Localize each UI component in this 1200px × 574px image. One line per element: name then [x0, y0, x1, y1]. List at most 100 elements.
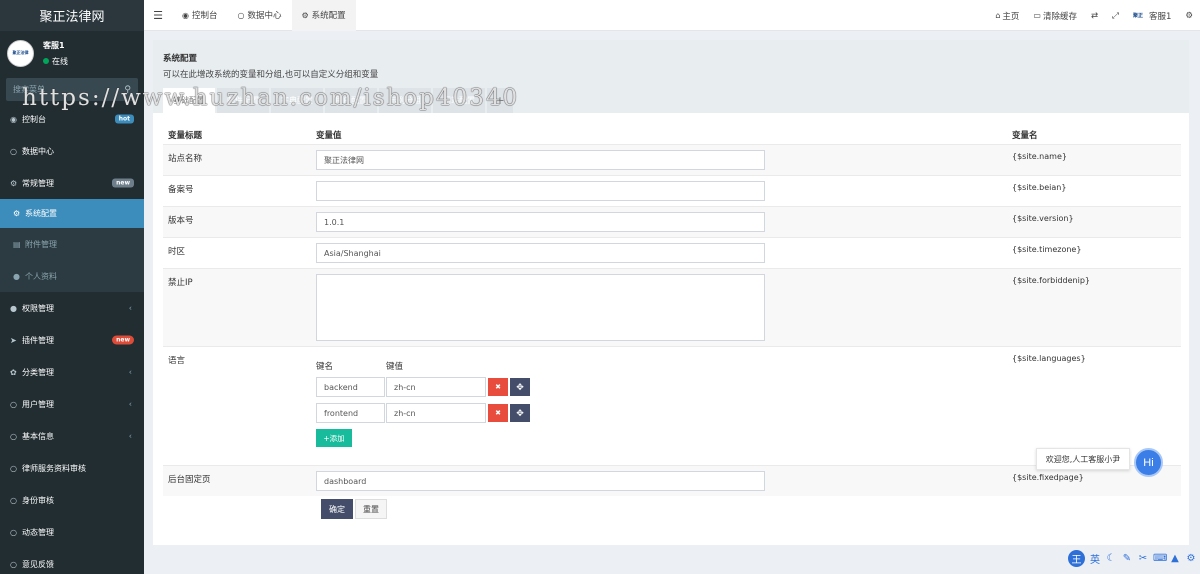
- tab-basic[interactable]: 基础配置: [163, 88, 215, 113]
- row-title: 版本号: [168, 216, 194, 226]
- sidebar-item-category[interactable]: ✿ 分类管理 ‹: [0, 356, 144, 388]
- search-icon[interactable]: ⚲: [124, 84, 131, 95]
- sidebar-item-feedback[interactable]: ○ 意见反馈: [0, 548, 144, 574]
- user-menu[interactable]: 聚正 客服1: [1126, 0, 1178, 31]
- new-badge: new: [112, 178, 134, 188]
- table-row: 站点名称 聚正法律网 {$site.name}: [163, 144, 1181, 175]
- status-text: 在线: [52, 56, 68, 66]
- menu-search-input[interactable]: [13, 85, 103, 94]
- add-pair-button[interactable]: + 添加: [316, 429, 352, 447]
- sidebar-search: ⚲: [6, 78, 138, 101]
- row-var: {$site.beian}: [1012, 183, 1067, 192]
- submit-button[interactable]: 确定: [321, 499, 353, 519]
- header-value: 变量值: [316, 130, 342, 141]
- close-icon: ✖: [495, 384, 501, 391]
- sidebar-item-attachments[interactable]: ▤ 附件管理: [0, 228, 144, 260]
- settings-gear-icon[interactable]: ⚙: [1178, 0, 1200, 31]
- moon-icon[interactable]: ☾: [1105, 553, 1117, 564]
- drag-handle-button[interactable]: ✥: [510, 404, 530, 422]
- row-var: {$site.forbiddenip}: [1012, 276, 1091, 285]
- forbidden-ip-textarea[interactable]: [316, 274, 765, 341]
- scissors-icon[interactable]: ✂: [1137, 553, 1149, 564]
- sidebar-menu: ◉ 控制台 hot ○ 数据中心 ⚙ 常规管理 new ⚙ 系统配置 ▤ 附件管…: [0, 103, 144, 574]
- fullscreen-icon[interactable]: ⤢: [1105, 0, 1126, 31]
- sidebar-item-system-config[interactable]: ⚙ 系统配置: [0, 199, 144, 228]
- rocket-icon: ➤: [10, 335, 17, 345]
- circle-icon: ○: [10, 527, 17, 537]
- cogs-icon: ⚙: [10, 178, 18, 188]
- drag-handle-button[interactable]: ✥: [510, 378, 530, 396]
- add-tab-button[interactable]: +: [487, 88, 513, 113]
- sidebar-item-addons[interactable]: ➤ 插件管理 new: [0, 324, 144, 356]
- gear-icon: ⚙: [13, 209, 21, 218]
- sidebar-item-label: 权限管理: [22, 303, 54, 313]
- header-right: ⌂ 主页 ▭ 清除缓存 ⇄ ⤢ 聚正 客服1 ⚙: [988, 0, 1200, 31]
- tab-dashboard[interactable]: ◉ 控制台: [172, 0, 228, 31]
- sidebar-item-dynamics[interactable]: ○ 动态管理: [0, 516, 144, 548]
- sidebar-item-label: 常规管理: [22, 178, 54, 188]
- shirt-icon[interactable]: ▲: [1169, 553, 1181, 564]
- tab-email[interactable]: 邮件配置: [217, 88, 269, 113]
- language-value-input[interactable]: zh-cn: [386, 403, 486, 423]
- kv-header: 键名 键值: [316, 360, 1009, 372]
- user-icon: ●: [13, 271, 20, 281]
- move-icon: ✥: [516, 381, 524, 392]
- table-row: 禁止IP {$site.forbiddenip}: [163, 268, 1181, 346]
- online-dot-icon: [43, 58, 49, 64]
- menu-toggle-icon[interactable]: ☰: [144, 9, 172, 22]
- move-icon: ✥: [516, 407, 524, 418]
- ime-logo-icon[interactable]: 王: [1068, 550, 1085, 567]
- sidebar-item-auth[interactable]: ● 权限管理 ‹: [0, 292, 144, 324]
- sidebar-item-label: 动态管理: [22, 527, 54, 537]
- sidebar-item-lawyer-review[interactable]: ○ 律师服务资料审核: [0, 452, 144, 484]
- timezone-input[interactable]: Asia/Shanghai: [316, 243, 765, 263]
- home-label: 主页: [1002, 11, 1020, 22]
- circle-icon: ○: [10, 463, 17, 473]
- reset-button[interactable]: 重置: [355, 499, 387, 519]
- sidebar-item-dashboard[interactable]: ◉ 控制台 hot: [0, 103, 144, 135]
- top-header: ☰ ◉ 控制台 ○ 数据中心 ⚙ 系统配置 ⌂ 主页 ▭ 清除缓存 ⇄ ⤢ 聚正…: [144, 0, 1200, 31]
- table-row: 后台固定页 dashboard {$site.fixedpage}: [163, 465, 1181, 496]
- language-value-input[interactable]: zh-cn: [386, 377, 486, 397]
- version-input[interactable]: 1.0.1: [316, 212, 765, 232]
- sidebar-item-data-center[interactable]: ○ 数据中心: [0, 135, 144, 167]
- form-actions: 确定 重置: [321, 499, 387, 519]
- ime-mode[interactable]: 英: [1089, 551, 1101, 566]
- sidebar-item-label: 数据中心: [22, 146, 54, 156]
- sidebar-item-basic-info[interactable]: ○ 基本信息 ‹: [0, 420, 144, 452]
- sidebar-item-profile[interactable]: ● 个人资料: [0, 260, 144, 292]
- delete-row-button[interactable]: ✖: [488, 404, 508, 422]
- sidebar-item-general[interactable]: ⚙ 常规管理 new: [0, 167, 144, 199]
- clear-cache-button[interactable]: ▭ 清除缓存: [1026, 0, 1084, 31]
- sidebar-item-label: 系统配置: [25, 209, 57, 218]
- chat-welcome-bubble[interactable]: 欢迎您,人工客服小尹: [1036, 448, 1130, 470]
- tab-label: 数据中心: [247, 11, 282, 21]
- delete-row-button[interactable]: ✖: [488, 378, 508, 396]
- row-title: 语言: [168, 356, 186, 366]
- tab-website[interactable]: 网站配置: [433, 88, 485, 113]
- beian-input[interactable]: [316, 181, 765, 201]
- tab-system-config[interactable]: ⚙ 系统配置: [291, 0, 356, 31]
- language-key-input[interactable]: backend: [316, 377, 385, 397]
- site-name-input[interactable]: 聚正法律网: [316, 150, 765, 170]
- table-header: 变量标题 变量值 变量名: [163, 125, 1181, 144]
- circle-icon: ○: [10, 559, 17, 569]
- settings-icon[interactable]: ⚙: [1185, 553, 1197, 564]
- brand-logo[interactable]: 聚正法律网: [0, 0, 144, 31]
- tab-example[interactable]: 示例分组: [379, 88, 431, 113]
- hot-badge: hot: [114, 114, 134, 124]
- home-link[interactable]: ⌂ 主页: [988, 0, 1026, 31]
- language-toggle-icon[interactable]: ⇄: [1084, 0, 1105, 31]
- pen-icon[interactable]: ✎: [1121, 553, 1133, 564]
- language-key-input[interactable]: frontend: [316, 403, 385, 423]
- sidebar-item-identity-review[interactable]: ○ 身份审核: [0, 484, 144, 516]
- tab-user[interactable]: 用户配置: [325, 88, 377, 113]
- keyboard-icon[interactable]: ⌨: [1153, 553, 1167, 564]
- fixedpage-input[interactable]: dashboard: [316, 471, 765, 491]
- sidebar-item-label: 身份审核: [22, 495, 54, 505]
- chat-hi-button[interactable]: Hi: [1134, 448, 1163, 477]
- tab-label: 控制台: [191, 11, 218, 21]
- tab-data-center[interactable]: ○ 数据中心: [228, 0, 292, 31]
- tab-dictionary[interactable]: 字典配置: [271, 88, 323, 113]
- sidebar-item-users[interactable]: ○ 用户管理 ‹: [0, 388, 144, 420]
